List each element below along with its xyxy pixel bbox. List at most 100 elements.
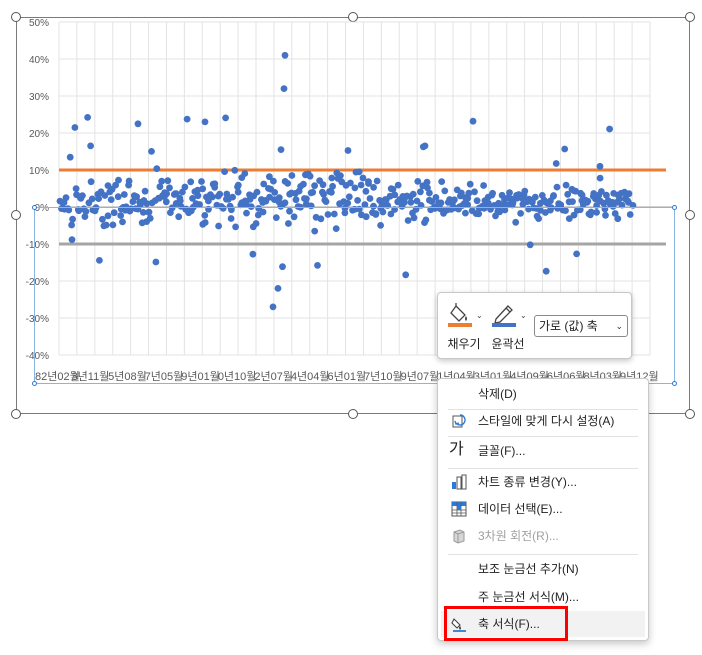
axis-selection-handle[interactable] bbox=[672, 381, 677, 386]
menu-item-format-major-gridlines[interactable]: 주 눈금선 서식(M)... bbox=[441, 584, 645, 610]
data-point bbox=[324, 211, 332, 218]
data-point bbox=[65, 206, 73, 214]
data-point bbox=[87, 178, 95, 186]
data-point bbox=[550, 192, 557, 199]
data-point bbox=[344, 199, 352, 207]
y-tick-label: -20% bbox=[26, 277, 49, 288]
mini-toolbar: ⌄ 채우기 ⌄ 윤곽선 가로 (값) 축 ⌄ bbox=[437, 292, 632, 359]
data-point bbox=[569, 198, 576, 206]
y-tick-label: 30% bbox=[29, 92, 49, 103]
data-point bbox=[469, 117, 477, 125]
3d-rotation-icon bbox=[453, 529, 465, 544]
menu-item-add-minor-gridlines[interactable]: 보조 눈금선 추가(N) bbox=[441, 556, 645, 582]
select-data-icon bbox=[451, 501, 467, 517]
data-point bbox=[281, 51, 289, 59]
menu-item-label: 주 눈금선 서식(M)... bbox=[478, 590, 579, 604]
data-point bbox=[66, 153, 74, 161]
menu-item-reset-style[interactable]: 스타일에 맞게 다시 설정(A) bbox=[441, 408, 645, 434]
data-point bbox=[102, 221, 110, 229]
fill-dropdown-icon[interactable]: ⌄ bbox=[476, 311, 483, 320]
menu-item-select-data[interactable]: 데이터 선택(E)... bbox=[441, 496, 645, 522]
data-point bbox=[332, 225, 340, 233]
data-point bbox=[562, 207, 569, 215]
data-point bbox=[215, 222, 223, 230]
fill-button[interactable]: ⌄ 채우기 bbox=[442, 299, 486, 355]
data-point bbox=[330, 210, 338, 218]
data-point bbox=[229, 193, 237, 201]
data-point bbox=[421, 142, 429, 150]
data-point bbox=[232, 223, 240, 231]
data-point bbox=[306, 172, 314, 180]
x-tick-label: 0년10월 bbox=[218, 370, 257, 383]
data-point bbox=[163, 190, 171, 198]
data-point bbox=[158, 177, 166, 185]
outline-dropdown-icon[interactable]: ⌄ bbox=[520, 311, 527, 320]
data-point bbox=[337, 172, 344, 180]
data-point bbox=[354, 197, 361, 204]
data-point bbox=[584, 197, 592, 205]
chart-element-select-value: 가로 (값) 축 bbox=[539, 319, 598, 333]
chart-type-icon bbox=[452, 474, 467, 490]
data-point bbox=[307, 202, 315, 210]
data-point bbox=[162, 198, 170, 206]
x-tick-label: 3년11월 bbox=[72, 370, 110, 383]
outline-button[interactable]: ⌄ 윤곽선 bbox=[486, 299, 530, 355]
menu-item-delete[interactable]: 삭제(D) bbox=[441, 381, 645, 407]
data-point bbox=[68, 221, 75, 229]
axis-selection-handle[interactable] bbox=[32, 205, 37, 210]
data-point bbox=[120, 191, 128, 198]
data-point bbox=[88, 195, 96, 203]
data-point bbox=[373, 177, 381, 185]
x-tick-label: 2년07월 bbox=[254, 370, 293, 383]
menu-item-change-chart-type[interactable]: 차트 종류 변경(Y)... bbox=[441, 469, 645, 495]
y-axis-labels: 50%40%30%20%10%0%-10%-20%-30%-40% bbox=[26, 18, 49, 362]
data-point bbox=[341, 209, 349, 217]
data-point bbox=[166, 184, 173, 192]
data-point bbox=[314, 262, 321, 269]
data-point bbox=[377, 222, 384, 229]
data-point bbox=[99, 215, 106, 223]
data-point bbox=[115, 176, 122, 184]
data-point bbox=[146, 214, 154, 222]
menu-item-format-axis[interactable]: 축 서식(F)... bbox=[441, 611, 645, 637]
data-point bbox=[253, 188, 261, 196]
menu-item-label: 3차원 회전(R)... bbox=[478, 529, 559, 543]
data-point bbox=[417, 188, 424, 196]
menu-item-label: 삭제(D) bbox=[478, 387, 517, 401]
data-point bbox=[82, 208, 90, 215]
y-tick-label: -10% bbox=[26, 240, 49, 251]
data-point bbox=[104, 212, 112, 220]
data-point bbox=[328, 189, 335, 196]
axis-selection-handle[interactable] bbox=[32, 381, 37, 386]
menu-item-label: 축 서식(F)... bbox=[478, 617, 540, 631]
data-point bbox=[362, 187, 370, 195]
data-point bbox=[285, 220, 292, 227]
data-point bbox=[573, 250, 580, 258]
outline-label: 윤곽선 bbox=[491, 337, 525, 351]
data-point bbox=[72, 185, 80, 193]
data-point bbox=[506, 189, 513, 197]
data-point bbox=[465, 189, 473, 197]
data-point bbox=[292, 196, 300, 204]
data-point bbox=[183, 115, 191, 123]
data-point bbox=[311, 182, 318, 190]
data-point bbox=[407, 199, 415, 206]
data-point bbox=[489, 189, 496, 197]
data-point bbox=[234, 181, 242, 189]
data-point bbox=[134, 120, 142, 128]
data-point bbox=[370, 184, 377, 191]
axis-selection-handle[interactable] bbox=[672, 205, 677, 210]
data-point bbox=[117, 212, 125, 219]
data-point bbox=[110, 209, 118, 217]
menu-item-font[interactable]: 가 글꼴(F)... bbox=[441, 438, 645, 464]
x-tick-label: 7년05월 bbox=[145, 370, 184, 383]
data-point bbox=[618, 201, 626, 209]
data-point bbox=[274, 285, 282, 292]
data-point bbox=[351, 184, 359, 192]
data-point bbox=[152, 258, 160, 266]
x-tick-label: 9년01월 bbox=[181, 370, 220, 383]
data-point bbox=[535, 215, 542, 223]
data-point bbox=[222, 114, 230, 122]
chart-element-select[interactable]: 가로 (값) 축 ⌄ bbox=[534, 315, 628, 337]
data-point bbox=[109, 221, 117, 229]
